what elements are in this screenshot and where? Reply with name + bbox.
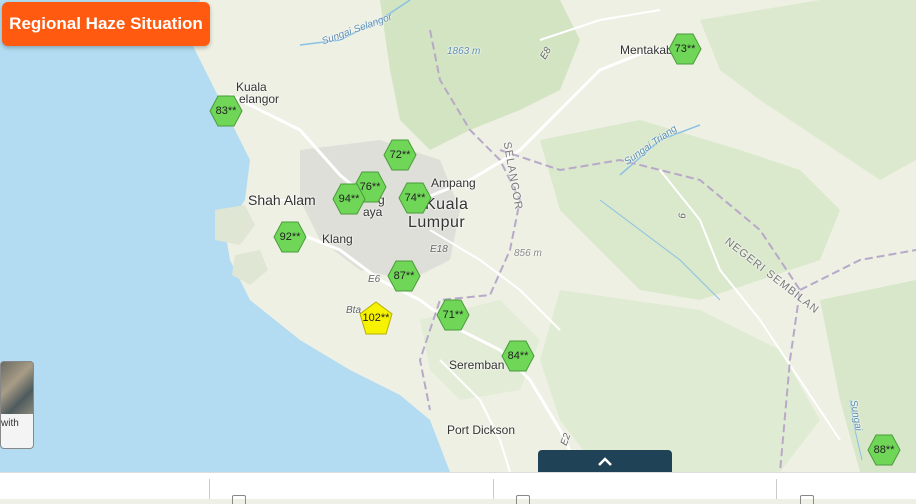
station-value: 83** <box>215 105 237 117</box>
station-marker-putrajaya[interactable]: 87** <box>387 259 421 293</box>
place-seremban: Seremban <box>449 358 505 372</box>
station-marker-banting[interactable]: 102** <box>359 301 393 335</box>
place-kuala-lumpur-2: Lumpur <box>408 214 466 231</box>
station-value: 87** <box>393 270 415 282</box>
panel-tab-icon[interactable] <box>800 495 814 504</box>
place-mentakab: Mentakab <box>620 43 673 57</box>
place-klang: Klang <box>322 232 353 246</box>
expand-panel-button[interactable] <box>538 450 672 472</box>
station-value: 72** <box>389 149 411 161</box>
basemap-label: with <box>1 414 33 448</box>
station-value: 71** <box>442 309 464 321</box>
station-marker-shah-alam[interactable]: 94** <box>332 182 366 216</box>
station-value: 73** <box>674 43 696 55</box>
station-marker-east[interactable]: 88** <box>867 433 901 467</box>
station-marker-kuala-selangor[interactable]: 83** <box>209 94 243 128</box>
station-marker-seremban[interactable]: 84** <box>501 339 535 373</box>
place-ampang: Ampang <box>431 176 476 190</box>
satellite-thumbnail <box>1 362 33 414</box>
station-marker-gombak[interactable]: 72** <box>383 138 417 172</box>
station-marker-klang[interactable]: 92** <box>273 220 307 254</box>
elevation-peak-1: 1863 m <box>447 46 481 57</box>
basemap-toggle[interactable]: with <box>0 361 34 449</box>
station-value: 74** <box>404 192 426 204</box>
station-marker-cheras[interactable]: 74** <box>398 181 432 215</box>
station-value: 102** <box>362 312 390 324</box>
elevation-peak-2: 856 m <box>514 248 542 259</box>
panel-tab-icon[interactable] <box>232 495 246 504</box>
place-port-dickson: Port Dickson <box>447 423 516 437</box>
road-e6: E6 <box>368 274 381 285</box>
place-shah-alam: Shah Alam <box>248 192 316 208</box>
road-e18: E18 <box>430 244 448 255</box>
bottom-panel <box>0 472 916 504</box>
base-map[interactable] <box>0 0 916 472</box>
divider <box>209 479 210 499</box>
station-marker-mentakab[interactable]: 73** <box>668 32 702 66</box>
divider <box>493 479 494 499</box>
station-value: 94** <box>338 193 360 205</box>
divider <box>776 479 777 499</box>
place-kuala-selangor-2: elangor <box>239 92 280 106</box>
station-value: 88** <box>873 444 895 456</box>
chevron-up-icon <box>598 457 612 466</box>
panel-tab-icon[interactable] <box>516 495 530 504</box>
station-value: 84** <box>507 350 529 362</box>
regional-haze-button[interactable]: Regional Haze Situation <box>2 2 210 46</box>
station-value: 92** <box>279 231 301 243</box>
road-9: 9 <box>675 212 687 219</box>
station-marker-nilai[interactable]: 71** <box>436 298 470 332</box>
